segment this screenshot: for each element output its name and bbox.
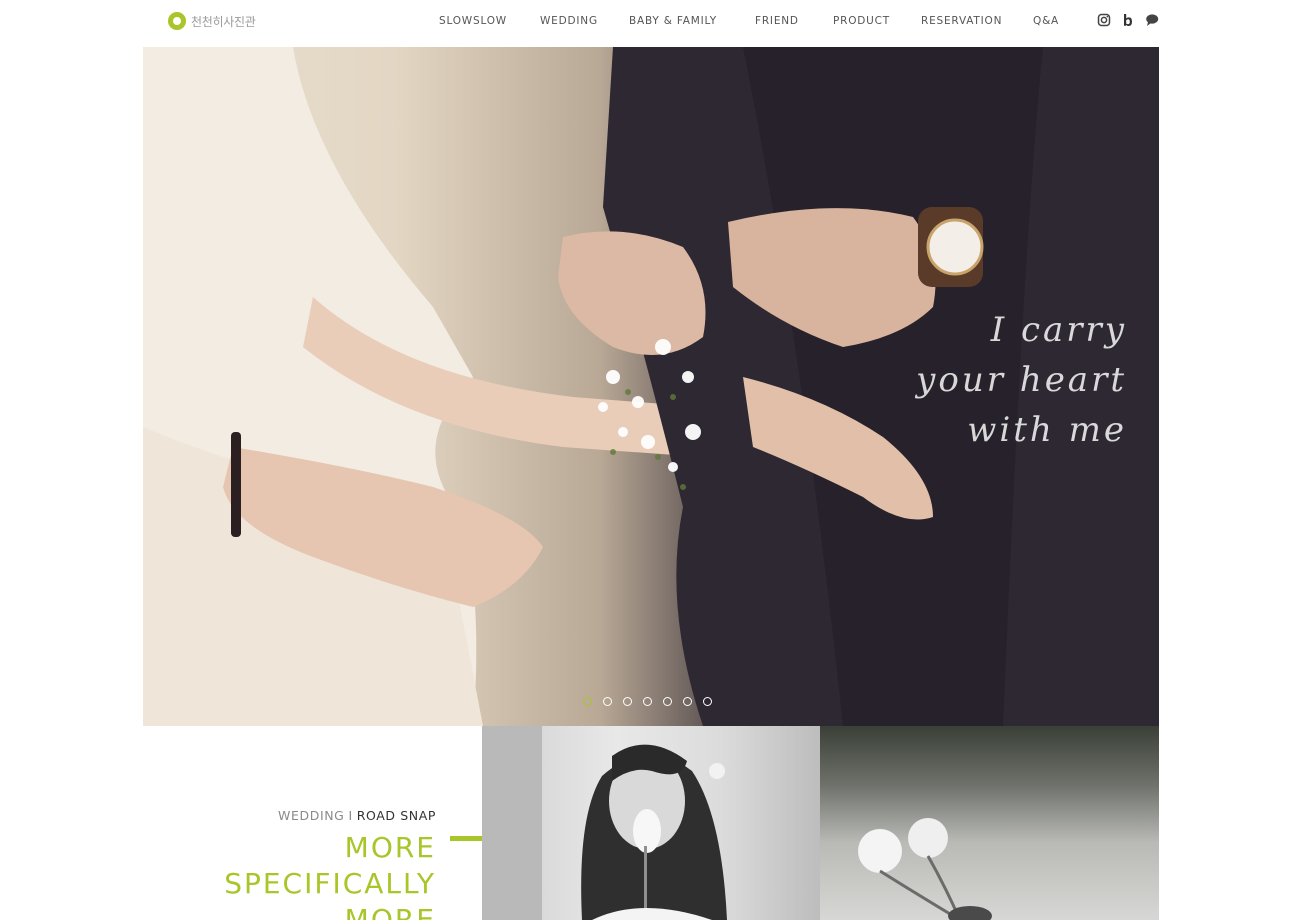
nav-product[interactable]: PRODUCT xyxy=(833,15,890,27)
nav-qa[interactable]: Q&A xyxy=(1033,15,1059,27)
slider-pagination xyxy=(583,697,712,706)
hero-slider[interactable]: I carry your heart with me xyxy=(143,47,1159,726)
flower-photo[interactable] xyxy=(820,726,1159,920)
category-secondary: ROAD SNAP xyxy=(356,808,436,823)
slide-dot-3[interactable] xyxy=(623,697,632,706)
quote-line: with me xyxy=(967,410,1127,450)
promo-title-line: SPECIFICALLY xyxy=(224,867,436,900)
blog-icon[interactable] xyxy=(1121,13,1135,27)
category-separator: I xyxy=(348,808,353,823)
chat-icon[interactable] xyxy=(1145,13,1159,27)
slide-dot-4[interactable] xyxy=(643,697,652,706)
nav-friend[interactable]: FRIEND xyxy=(755,15,799,27)
nav-wedding[interactable]: WEDDING xyxy=(540,15,598,27)
slide-dot-2[interactable] xyxy=(603,697,612,706)
nav-reservation[interactable]: RESERVATION xyxy=(921,15,1002,27)
category-primary: WEDDING xyxy=(278,808,345,823)
slide-dot-1[interactable] xyxy=(583,697,592,706)
feature-section: WEDDING I ROAD SNAP MORE SPECIFICALLY MORE xyxy=(143,726,1159,920)
portrait-photo-image xyxy=(482,726,727,920)
hero-quote: I carry your heart with me xyxy=(916,305,1127,455)
nav-baby-family[interactable]: BABY & FAMILY xyxy=(629,15,717,27)
instagram-icon[interactable] xyxy=(1097,13,1111,27)
quote-line: I carry xyxy=(990,310,1127,350)
quote-line: your heart xyxy=(916,360,1127,400)
slide-dot-6[interactable] xyxy=(683,697,692,706)
promo-title-line: MORE xyxy=(344,903,436,920)
promo-category: WEDDING I ROAD SNAP xyxy=(278,808,436,823)
nav-slowslow[interactable]: SLOWSLOW xyxy=(439,15,507,27)
accent-bar xyxy=(450,836,482,841)
flower-photo-image xyxy=(858,818,992,920)
slide-dot-7[interactable] xyxy=(703,697,712,706)
site-header: 천천히사진관 SLOWSLOW WEDDING BABY & FAMILY FR… xyxy=(0,0,1300,46)
promo-title: MORE SPECIFICALLY MORE xyxy=(224,830,436,920)
social-links xyxy=(1097,13,1159,27)
slide-dot-5[interactable] xyxy=(663,697,672,706)
promo-block[interactable]: WEDDING I ROAD SNAP MORE SPECIFICALLY MORE xyxy=(143,726,482,920)
portrait-photo[interactable] xyxy=(482,726,820,920)
promo-title-line: MORE xyxy=(344,831,436,864)
